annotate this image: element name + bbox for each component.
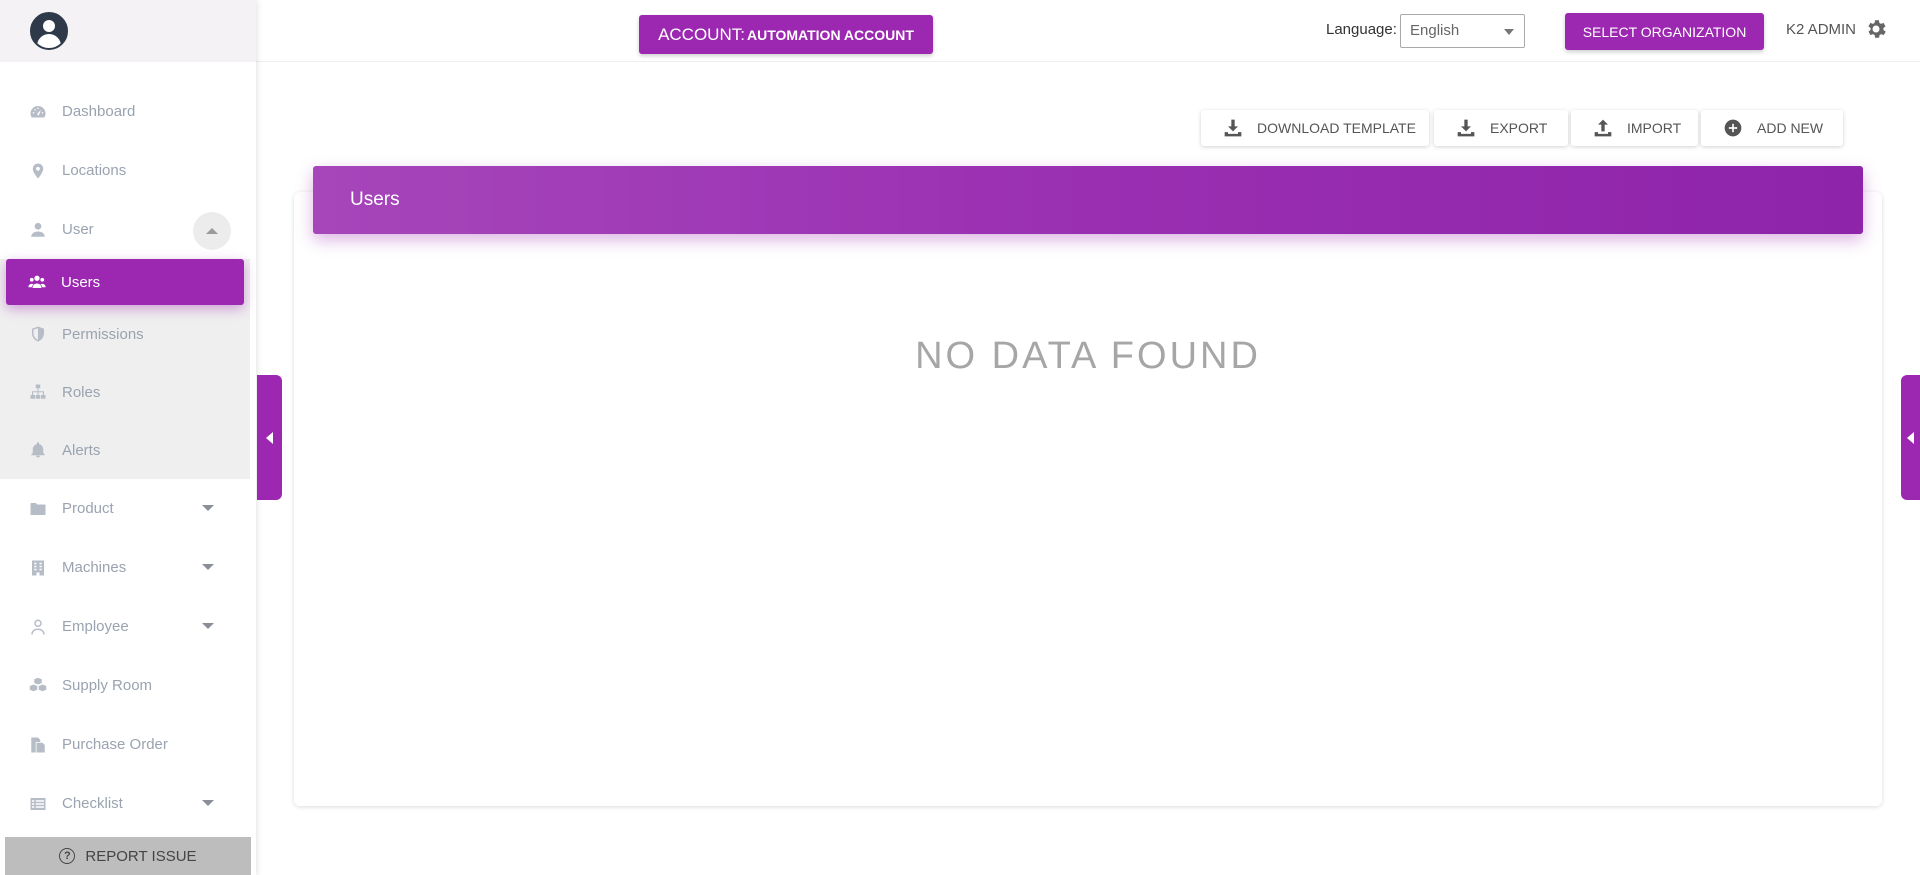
report-issue-button[interactable]: ? REPORT ISSUE <box>5 837 251 875</box>
account-name: AUTOMATION ACCOUNT <box>746 26 914 43</box>
sidebar-nav: Dashboard Locations User <box>0 82 256 259</box>
sidebar-item-permissions[interactable]: Permissions <box>0 305 250 363</box>
sidebar-item-label: User <box>62 221 94 238</box>
sidebar-item-label: Supply Room <box>62 677 153 694</box>
chevron-down-icon[interactable] <box>202 505 214 511</box>
dashboard-icon <box>28 102 48 122</box>
users-card <box>294 192 1882 806</box>
add-new-label: ADD NEW <box>1757 120 1824 136</box>
gear-icon[interactable] <box>1864 17 1888 41</box>
plus-circle-icon <box>1723 118 1743 138</box>
top-bar: ACCOUNT: AUTOMATION ACCOUNT Language: En… <box>256 0 1920 62</box>
import-label: IMPORT <box>1627 120 1682 136</box>
sidebar-item-label: Employee <box>62 618 129 635</box>
sidebar-item-label: Permissions <box>62 325 144 343</box>
select-organization-label: SELECT ORGANIZATION <box>1582 23 1747 40</box>
sidebar-item-purchase-order[interactable]: Purchase Order <box>0 715 256 774</box>
empty-state-message: NO DATA FOUND <box>915 335 1261 377</box>
list-icon <box>28 794 48 814</box>
sidebar-item-label: Dashboard <box>62 103 136 120</box>
sidebar-item-locations[interactable]: Locations <box>0 141 256 200</box>
add-new-button[interactable]: ADD NEW <box>1701 110 1843 146</box>
export-label: EXPORT <box>1490 120 1548 136</box>
sidebar-item-supply-room[interactable]: Supply Room <box>0 656 256 715</box>
export-button[interactable]: EXPORT <box>1434 110 1568 146</box>
sidebar-nav-lower: Product Machines Employee Supply Room Pu… <box>0 479 256 833</box>
chevron-up-icon <box>206 228 218 234</box>
sidebar-item-users[interactable]: Users <box>6 259 244 305</box>
building-icon <box>28 558 48 578</box>
sidebar-item-label: Product <box>62 500 114 517</box>
sidebar-item-label: Checklist <box>62 795 123 812</box>
expand-right-panel-tab[interactable] <box>1901 375 1920 500</box>
caret-left-icon <box>266 431 273 444</box>
user-icon <box>28 220 48 240</box>
sidebar-item-checklist[interactable]: Checklist <box>0 774 256 833</box>
sidebar-item-label: Alerts <box>62 441 101 459</box>
boxes-icon <box>28 676 48 696</box>
bell-icon <box>28 440 48 460</box>
export-icon <box>1456 118 1476 138</box>
card-header: Users <box>313 166 1863 234</box>
account-button[interactable]: ACCOUNT: AUTOMATION ACCOUNT <box>639 15 933 54</box>
avatar[interactable] <box>30 12 68 50</box>
sidebar-item-product[interactable]: Product <box>0 479 256 538</box>
language-label: Language: <box>1326 21 1397 38</box>
account-prefix: ACCOUNT: <box>658 24 745 44</box>
select-organization-button[interactable]: SELECT ORGANIZATION <box>1565 13 1764 50</box>
sidebar-item-user[interactable]: User <box>0 200 256 259</box>
sidebar-item-dashboard[interactable]: Dashboard <box>0 82 256 141</box>
language-value: English <box>1410 22 1460 39</box>
sidebar-item-label: Users <box>61 273 101 291</box>
download-template-button[interactable]: DOWNLOAD TEMPLATE <box>1201 110 1429 146</box>
sidebar-item-label: Purchase Order <box>62 736 168 753</box>
card-title: Users <box>350 189 400 210</box>
sidebar-header <box>0 0 256 62</box>
report-issue-label: REPORT ISSUE <box>85 847 197 865</box>
user-subnav: Users Permissions Roles Alerts <box>0 259 250 479</box>
chevron-down-icon[interactable] <box>202 800 214 806</box>
sitemap-icon <box>28 382 48 402</box>
upload-icon <box>1593 118 1613 138</box>
location-pin-icon <box>28 161 48 181</box>
download-icon <box>1223 118 1243 138</box>
shield-icon <box>28 324 48 344</box>
document-icon <box>28 735 48 755</box>
chevron-down-icon[interactable] <box>202 623 214 629</box>
chevron-down-icon[interactable] <box>202 564 214 570</box>
import-button[interactable]: IMPORT <box>1571 110 1698 146</box>
sidebar-item-label: Roles <box>62 383 101 401</box>
language-select[interactable]: English <box>1400 14 1525 48</box>
sidebar: Dashboard Locations User Users Permissio… <box>0 0 256 875</box>
caret-left-icon <box>1907 431 1914 444</box>
user-outline-icon <box>28 617 48 637</box>
collapse-sidebar-tab[interactable] <box>257 375 282 500</box>
dropdown-arrow-icon <box>1504 29 1514 35</box>
sidebar-item-roles[interactable]: Roles <box>0 363 250 421</box>
sidebar-item-label: Locations <box>62 162 127 179</box>
folder-icon <box>28 499 48 519</box>
users-group-icon <box>27 272 47 292</box>
sidebar-item-machines[interactable]: Machines <box>0 538 256 597</box>
collapse-toggle-button[interactable] <box>193 212 231 250</box>
help-circle-icon: ? <box>59 848 76 864</box>
sidebar-item-alerts[interactable]: Alerts <box>0 421 250 479</box>
sidebar-item-label: Machines <box>62 559 127 576</box>
user-name[interactable]: K2 ADMIN <box>1786 21 1856 38</box>
sidebar-item-employee[interactable]: Employee <box>0 597 256 656</box>
download-template-label: DOWNLOAD TEMPLATE <box>1257 120 1416 136</box>
